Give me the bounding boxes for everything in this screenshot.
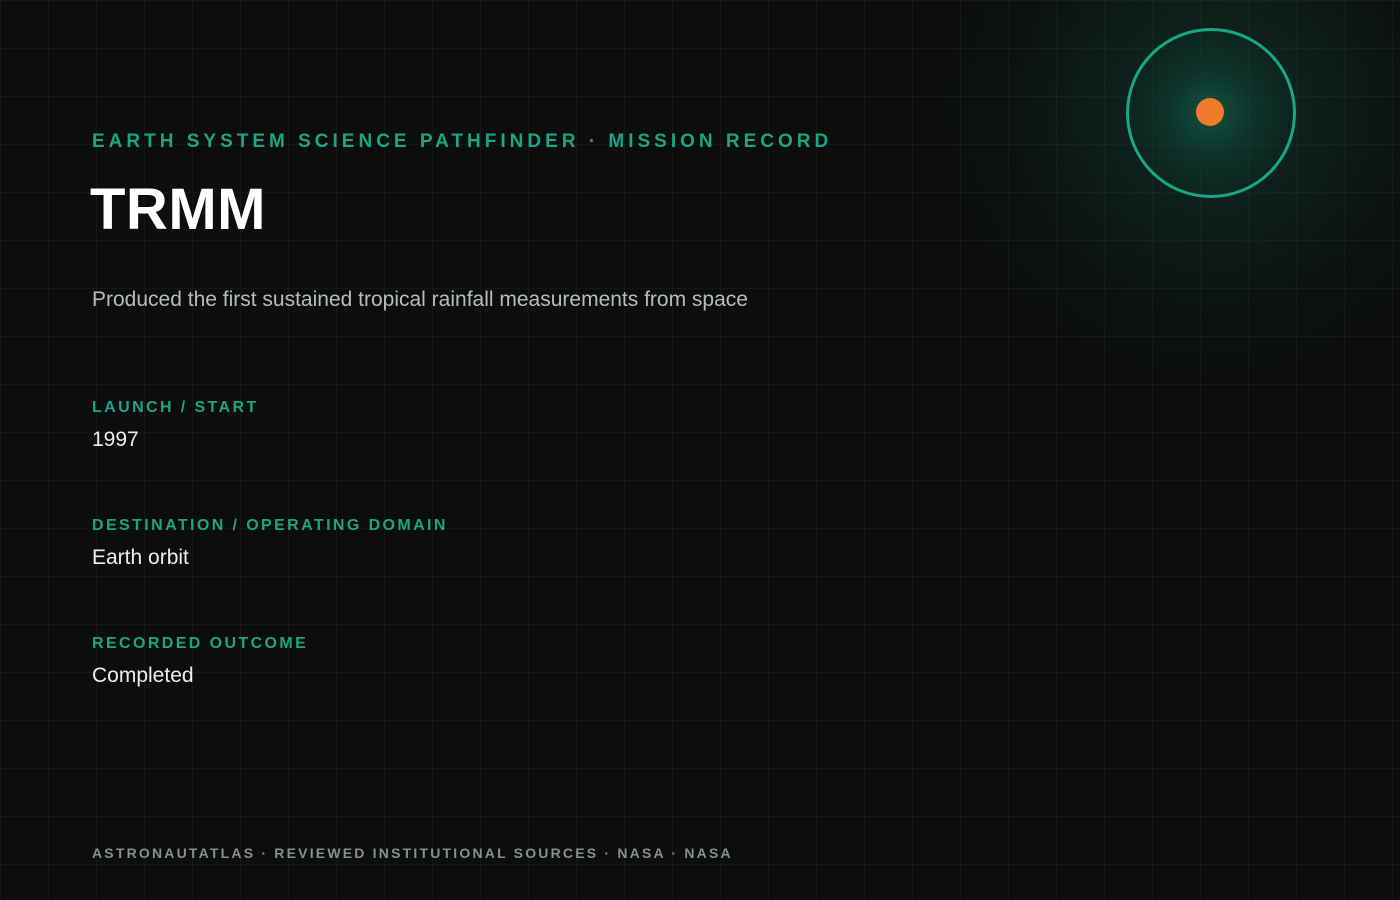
satellite-dot-icon [1196, 98, 1224, 126]
destination-label: DESTINATION / OPERATING DOMAIN [92, 517, 448, 534]
mission-summary: Produced the first sustained tropical ra… [92, 288, 748, 311]
outcome-label: RECORDED OUTCOME [92, 635, 309, 652]
outcome-value: Completed [92, 664, 194, 687]
destination-value: Earth orbit [92, 546, 189, 569]
sources-footer: ASTRONAUTATLAS · REVIEWED INSTITUTIONAL … [92, 845, 733, 861]
program-eyebrow: EARTH SYSTEM SCIENCE PATHFINDER · MISSIO… [92, 131, 833, 152]
launch-label: LAUNCH / START [92, 399, 259, 416]
launch-value: 1997 [92, 428, 139, 451]
mission-record-page: EARTH SYSTEM SCIENCE PATHFINDER · MISSIO… [0, 0, 1400, 900]
page-title: TRMM [90, 177, 266, 242]
